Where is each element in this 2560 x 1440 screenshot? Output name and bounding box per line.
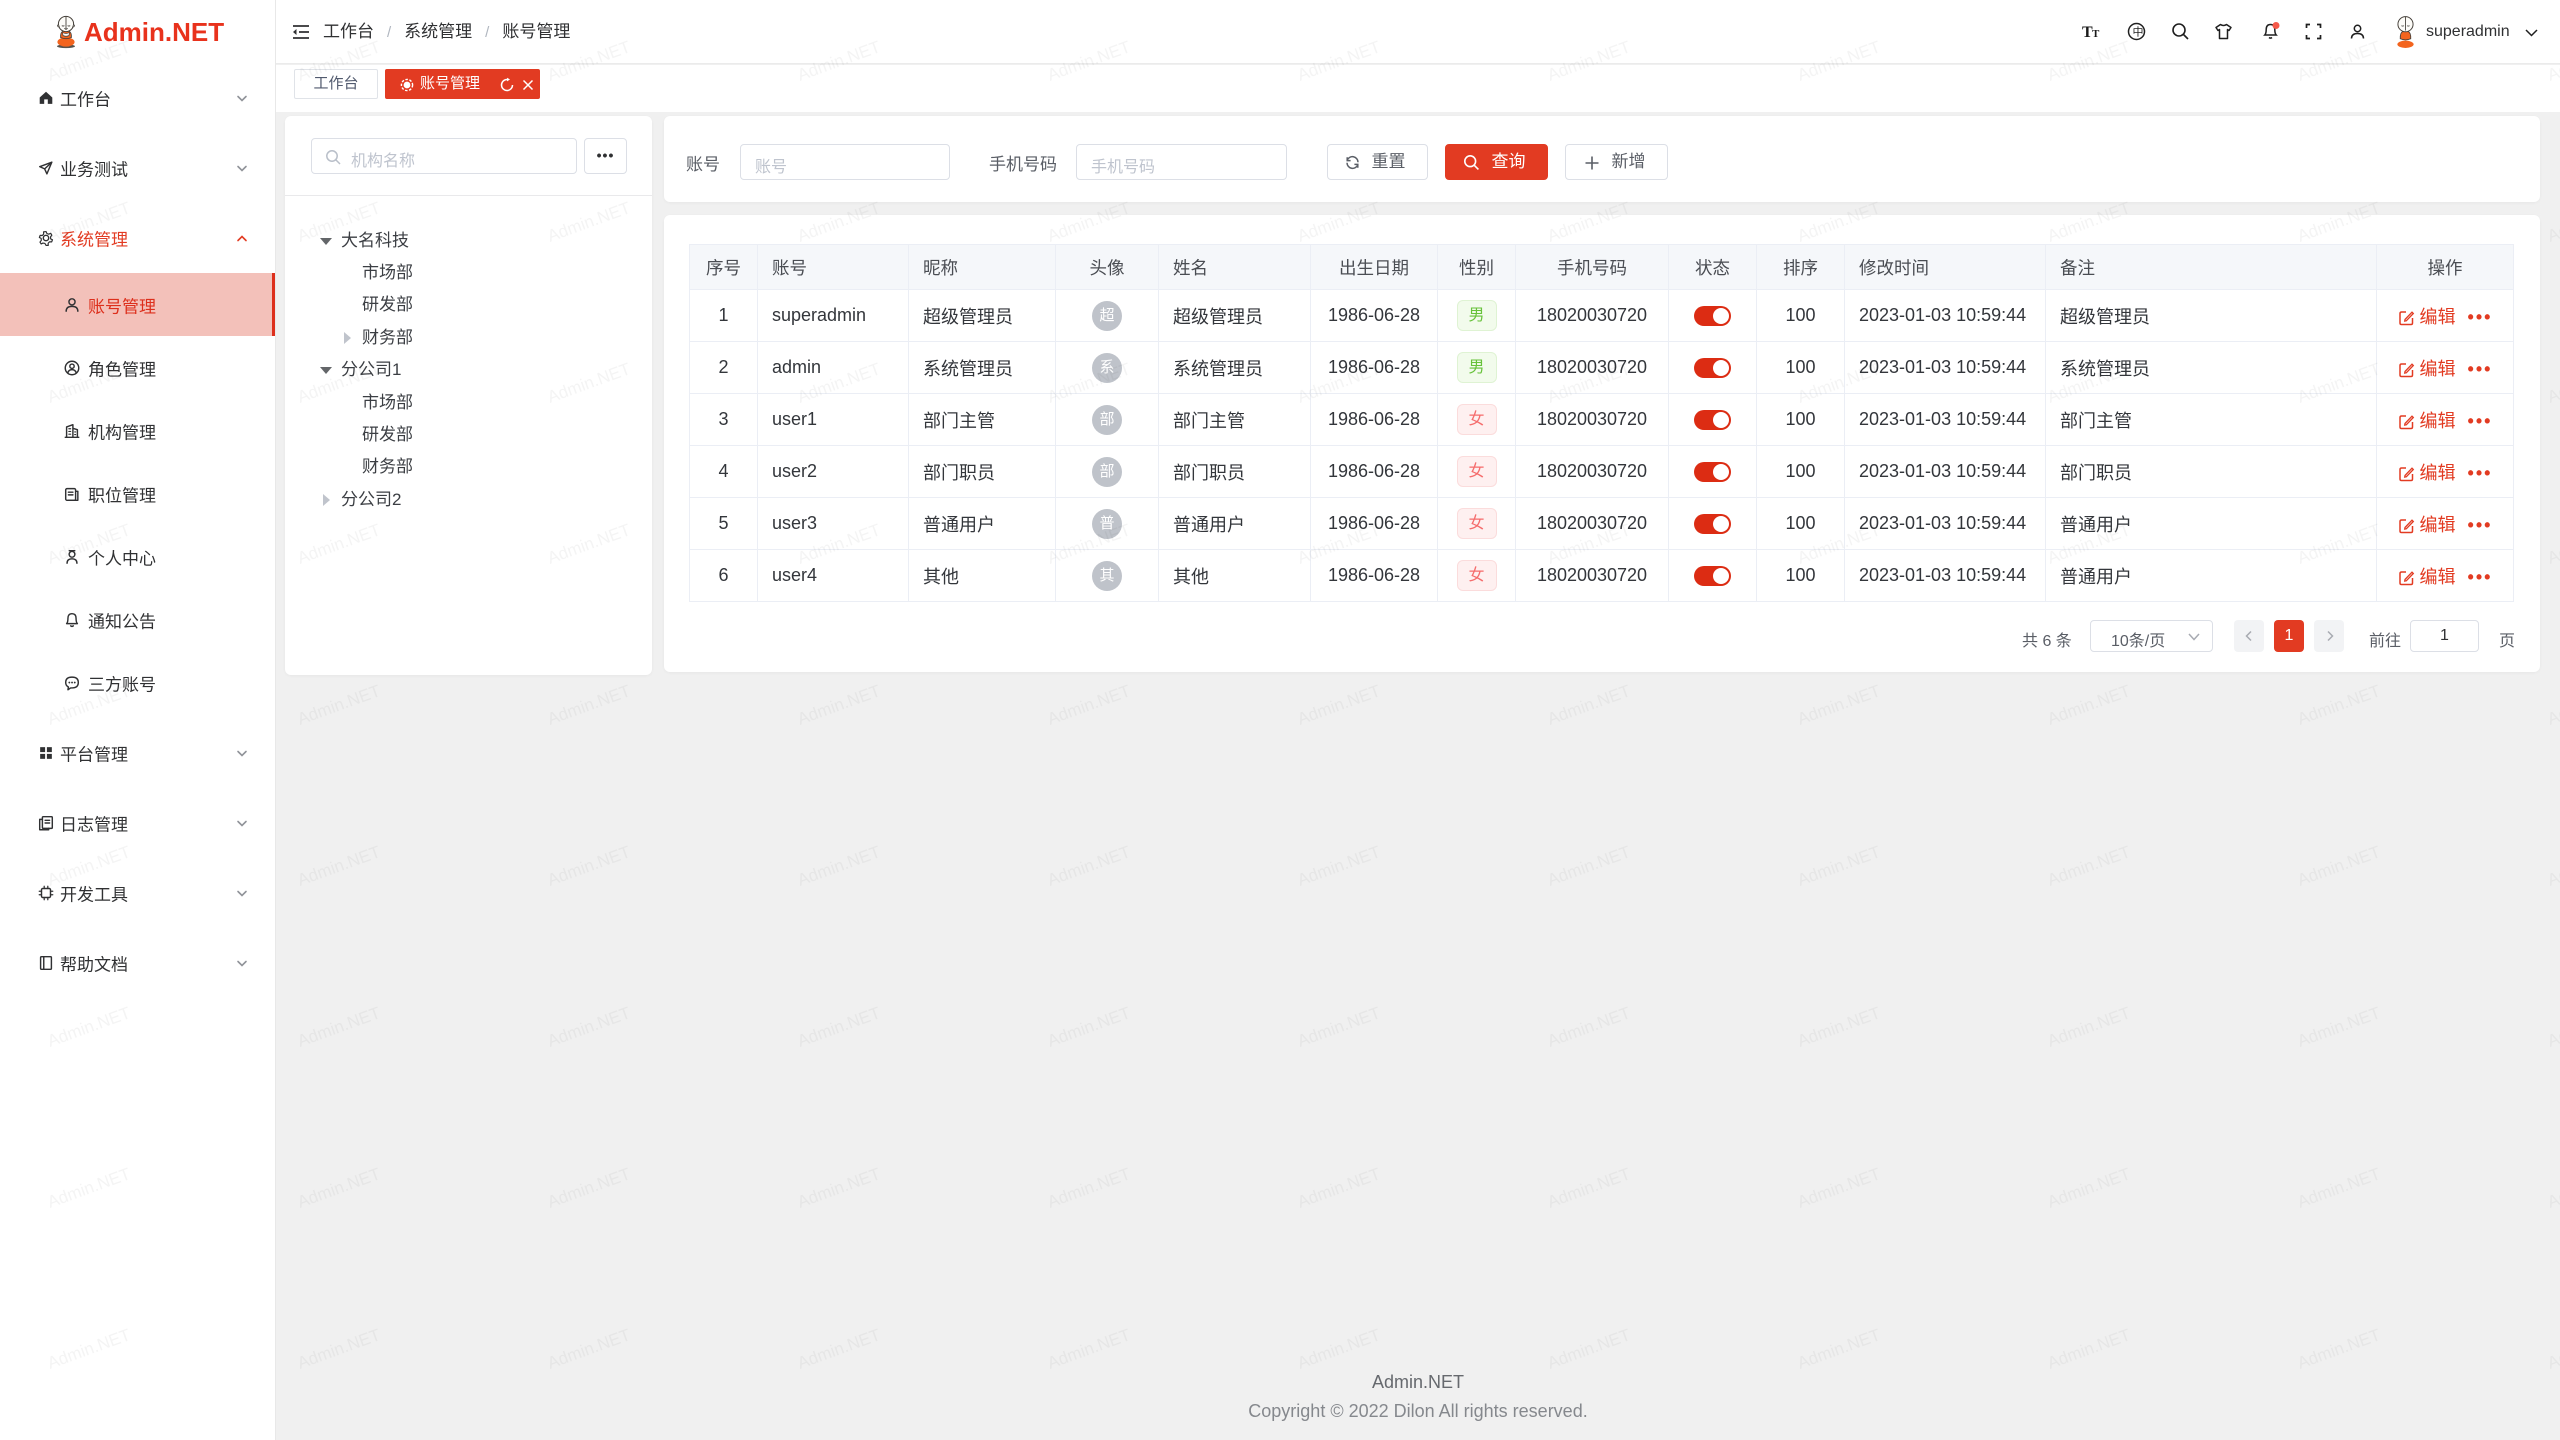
- svg-text:中: 中: [2133, 24, 2144, 40]
- svg-text:T: T: [2092, 28, 2100, 40]
